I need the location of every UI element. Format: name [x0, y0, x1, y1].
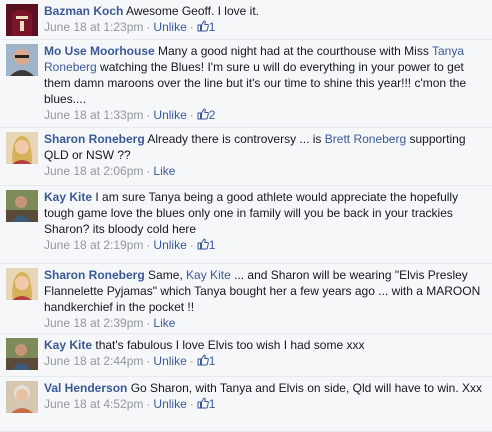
- like-count-value: 1: [208, 238, 216, 252]
- comment-text: Bazman Koch Awesome Geoff. I love it.: [44, 3, 486, 19]
- comment-text: Kay Kite I am sure Tanya being a good at…: [44, 189, 486, 237]
- comment-timestamp[interactable]: June 18 at 2:06pm: [44, 164, 143, 178]
- comment-body: Kay Kite I am sure Tanya being a good at…: [44, 189, 486, 253]
- separator-dot: ·: [189, 20, 194, 34]
- comment-meta: June 18 at 4:52pm · Unlike · 1: [44, 396, 486, 412]
- avatar[interactable]: [6, 132, 38, 164]
- thumbs-up-icon: [197, 108, 209, 120]
- thumbs-up-icon: [197, 397, 209, 409]
- like-count[interactable]: 1: [197, 20, 216, 34]
- thumbs-up-icon: [197, 20, 209, 32]
- comment-message: I am sure Tanya being a good athlete wou…: [44, 190, 459, 236]
- comment-body: Kay Kite that's fabulous I love Elvis to…: [44, 337, 486, 369]
- comment-author-link[interactable]: Mo Use Moorhouse: [44, 44, 155, 58]
- avatar[interactable]: [6, 338, 38, 370]
- separator-dot: ·: [146, 164, 151, 178]
- avatar[interactable]: [6, 381, 38, 413]
- comment-timestamp[interactable]: June 18 at 1:33pm: [44, 108, 143, 122]
- separator-dot: ·: [189, 354, 194, 368]
- comment-item: Bazman Koch Awesome Geoff. I love it. Jun…: [0, 0, 492, 40]
- comment-meta: June 18 at 1:33pm · Unlike · 2: [44, 107, 486, 123]
- comment-timestamp[interactable]: June 18 at 2:19pm: [44, 238, 143, 252]
- separator-dot: ·: [189, 397, 194, 411]
- comment-author-link[interactable]: Val Henderson: [44, 381, 127, 395]
- like-count-value: 1: [208, 397, 216, 411]
- unlike-button[interactable]: Unlike: [153, 397, 186, 411]
- comment-message: Same,: [148, 268, 187, 282]
- comment-message: Already there is controversy ... is: [147, 132, 325, 146]
- comment-body: Val Henderson Go Sharon, with Tanya and …: [44, 380, 486, 412]
- avatar[interactable]: [6, 44, 38, 76]
- comment-text: Sharon Roneberg Already there is controv…: [44, 131, 486, 163]
- unlike-button[interactable]: Unlike: [153, 354, 186, 368]
- separator-dot: ·: [146, 108, 151, 122]
- comment-item: Val Henderson Go Sharon, with Tanya and …: [0, 377, 492, 432]
- comment-author-link[interactable]: Kay Kite: [44, 190, 92, 204]
- separator-dot: ·: [146, 20, 151, 34]
- like-count[interactable]: 1: [197, 354, 216, 368]
- comment-author-link[interactable]: Sharon Roneberg: [44, 268, 145, 282]
- thumbs-up-icon: [197, 354, 209, 366]
- comment-body: Sharon Roneberg Same, Kay Kite ... and S…: [44, 267, 486, 331]
- comment-meta: June 18 at 1:23pm · Unlike · 1: [44, 19, 486, 35]
- mention-link[interactable]: Brett Roneberg: [325, 132, 406, 146]
- comment-meta: June 18 at 2:44pm · Unlike · 1: [44, 353, 486, 369]
- like-count[interactable]: 1: [197, 238, 216, 252]
- comment-message: watching the Blues! I'm sure u will do e…: [44, 60, 467, 106]
- like-count[interactable]: 2: [197, 108, 216, 122]
- comment-thread: Bazman Koch Awesome Geoff. I love it. Jun…: [0, 0, 492, 432]
- mention-link[interactable]: Kay Kite: [186, 268, 231, 282]
- comment-meta: June 18 at 2:06pm · Like: [44, 163, 486, 179]
- thumbs-up-icon: [197, 238, 209, 250]
- comment-body: Sharon Roneberg Already there is controv…: [44, 131, 486, 179]
- comment-item: Kay Kite I am sure Tanya being a good at…: [0, 186, 492, 264]
- separator-dot: ·: [146, 397, 151, 411]
- comment-timestamp[interactable]: June 18 at 4:52pm: [44, 397, 143, 411]
- comment-text: Mo Use Moorhouse Many a good night had a…: [44, 43, 486, 107]
- comment-author-link[interactable]: Bazman Koch: [44, 4, 123, 18]
- unlike-button[interactable]: Unlike: [153, 20, 186, 34]
- avatar[interactable]: [6, 4, 38, 36]
- comment-message: Many a good night had at the courthouse …: [158, 44, 432, 58]
- like-button[interactable]: Like: [153, 316, 175, 330]
- like-button[interactable]: Like: [153, 164, 175, 178]
- comment-author-link[interactable]: Sharon Roneberg: [44, 132, 145, 146]
- comment-item: Sharon Roneberg Already there is controv…: [0, 128, 492, 186]
- comment-body: Bazman Koch Awesome Geoff. I love it. Jun…: [44, 3, 486, 35]
- comment-text: Sharon Roneberg Same, Kay Kite ... and S…: [44, 267, 486, 315]
- comment-item: Mo Use Moorhouse Many a good night had a…: [0, 40, 492, 128]
- comment-text: Val Henderson Go Sharon, with Tanya and …: [44, 380, 486, 396]
- comment-message: Go Sharon, with Tanya and Elvis on side,…: [130, 381, 483, 395]
- comment-meta: June 18 at 2:39pm · Like: [44, 315, 486, 331]
- comment-message: Awesome Geoff. I love it.: [126, 4, 259, 18]
- separator-dot: ·: [146, 316, 151, 330]
- comment-author-link[interactable]: Kay Kite: [44, 338, 92, 352]
- like-count[interactable]: 1: [197, 397, 216, 411]
- like-count-value: 2: [208, 108, 216, 122]
- separator-dot: ·: [146, 238, 151, 252]
- comment-body: Mo Use Moorhouse Many a good night had a…: [44, 43, 486, 123]
- separator-dot: ·: [189, 108, 194, 122]
- like-count-value: 1: [208, 354, 216, 368]
- unlike-button[interactable]: Unlike: [153, 238, 186, 252]
- avatar[interactable]: [6, 268, 38, 300]
- unlike-button[interactable]: Unlike: [153, 108, 186, 122]
- avatar[interactable]: [6, 190, 38, 222]
- comment-text: Kay Kite that's fabulous I love Elvis to…: [44, 337, 486, 353]
- separator-dot: ·: [146, 354, 151, 368]
- comment-item: Kay Kite that's fabulous I love Elvis to…: [0, 334, 492, 377]
- comment-timestamp[interactable]: June 18 at 1:23pm: [44, 20, 143, 34]
- comment-message: that's fabulous I love Elvis too wish I …: [95, 338, 365, 352]
- comment-meta: June 18 at 2:19pm · Unlike · 1: [44, 237, 486, 253]
- comment-item: Sharon Roneberg Same, Kay Kite ... and S…: [0, 264, 492, 334]
- like-count-value: 1: [208, 20, 216, 34]
- comment-timestamp[interactable]: June 18 at 2:44pm: [44, 354, 143, 368]
- separator-dot: ·: [189, 238, 194, 252]
- comment-timestamp[interactable]: June 18 at 2:39pm: [44, 316, 143, 330]
